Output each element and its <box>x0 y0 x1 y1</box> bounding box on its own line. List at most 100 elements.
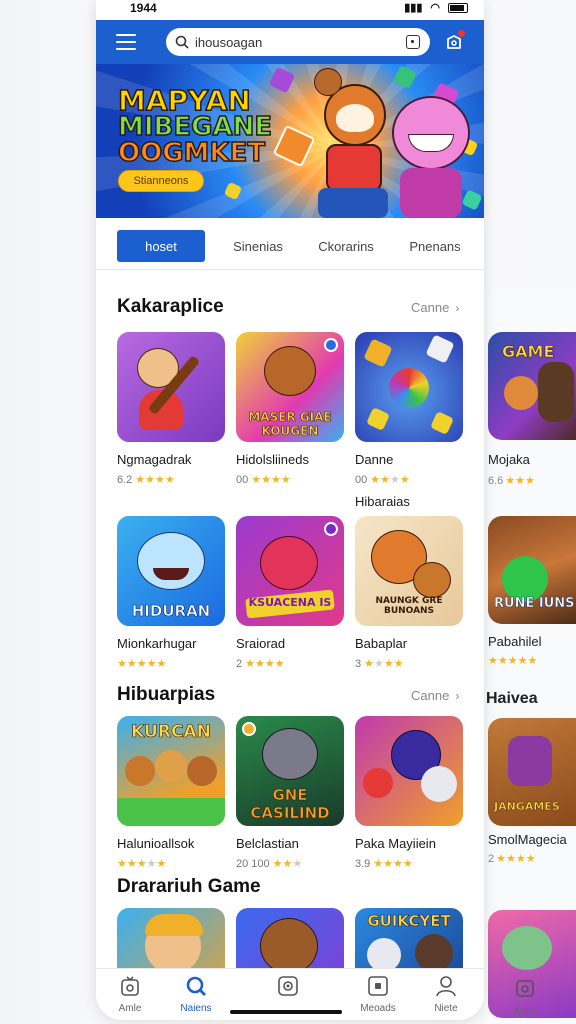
adjacent-screen-nav: Amle <box>500 976 550 1018</box>
menu-icon[interactable] <box>116 34 136 50</box>
bottom-navigation: Amle Naiens Meoads Niete <box>96 968 484 1020</box>
game-icon-label: KURCAN <box>131 722 211 743</box>
see-all-label: Canne <box>411 300 450 315</box>
game-icon <box>117 332 225 442</box>
search-icon <box>175 35 189 49</box>
nav-label: Amle <box>118 1003 142 1014</box>
nav-label: Amle <box>513 1007 537 1018</box>
promo-banner[interactable]: MAPYAN MIBEGANE OOGMKET Stianneons <box>96 64 484 218</box>
game-icon: NAUNGK GRE BUNOANS <box>355 516 463 626</box>
status-time: 1944 <box>130 1 157 15</box>
game-name: Halunioallsok <box>117 836 195 851</box>
game-rating: ★★★★★ <box>117 858 167 870</box>
see-all-label: Canne <box>411 688 450 703</box>
game-rating: ★★★★★ <box>117 658 167 670</box>
game-name: Mionkarhugar <box>117 636 197 651</box>
wifi-icon: ◠ <box>430 2 440 14</box>
nav-search[interactable]: Naiens <box>166 975 226 1014</box>
game-icon-label: KSUACENA IS <box>248 596 332 609</box>
game-rating: 00 ★★★★ <box>355 474 410 486</box>
adjacent-screen-preview: GAME Mojaka 6.6 ★★★ RUNE IUNS Pabahilel ★… <box>484 290 576 1024</box>
ghost-game-icon-1: GAME <box>488 332 576 440</box>
game-card[interactable]: KSUACENA IS Sraiorad 2 ★★★★ <box>236 516 344 670</box>
game-card[interactable]: Ngmagadrak 6.2 ★★★★ <box>117 332 225 486</box>
section-title: Kakaraplice <box>117 296 224 317</box>
game-name: Ngmagadrak <box>117 452 192 467</box>
game-icon <box>355 716 463 826</box>
game-icon: MASER GIAE KOUGEN <box>236 332 344 442</box>
ghost-game-name: Mojaka <box>488 452 530 467</box>
game-rating: 00 ★★★★ <box>236 474 291 486</box>
app-bar: ihousoagan <box>96 20 484 64</box>
game-rating: 6.2 ★★★★ <box>117 474 175 486</box>
bear-character <box>314 68 342 96</box>
nav-home[interactable]: Amle <box>100 975 160 1014</box>
game-rating: 2 ★★★★ <box>236 658 285 670</box>
home-icon <box>119 975 141 997</box>
nav-profile[interactable]: Niete <box>416 975 476 1014</box>
ghost-game-icon-3: JANGAMES <box>488 718 576 826</box>
game-name: Paka Mayiiein <box>355 836 436 851</box>
game-card[interactable]: GNE CASILIND Belclastian 20 100 ★★★ <box>236 716 344 870</box>
battery-icon <box>448 3 468 13</box>
ghost-game-rating: 2 ★★★★ <box>488 853 536 865</box>
see-all-link[interactable]: Canne › <box>411 688 459 703</box>
ghost-game-icon-2: RUNE IUNS <box>488 516 576 624</box>
game-icon: KSUACENA IS <box>236 516 344 626</box>
game-icon: GNE CASILIND <box>236 716 344 826</box>
phone-screen: 1944 ▮▮▮ ◠ ihousoagan MAPYAN MIBEGANE OO… <box>96 0 484 1020</box>
category-tabs: hoset Sinenias Ckorarins Pnenans <box>96 218 484 270</box>
chevron-right-icon: › <box>455 689 460 703</box>
signal-icon: ▮▮▮ <box>404 2 423 14</box>
game-icon-label: GNE CASILIND <box>250 786 330 823</box>
game-name: Belclastian <box>236 836 299 851</box>
see-all-link[interactable]: Canne › <box>411 300 459 315</box>
game-card[interactable]: KURCAN Halunioallsok ★★★★★ <box>117 716 225 870</box>
ghost-game-name: Pabahilel <box>488 634 542 649</box>
game-rating: 3.9 ★★★★ <box>355 858 413 870</box>
notification-icon[interactable] <box>444 29 466 52</box>
game-rating: 20 100 ★★★ <box>236 858 303 870</box>
game-name: Hidolsliineds <box>236 452 309 467</box>
banner-title-line3: OOGMKET <box>117 137 266 169</box>
pink-cat-character <box>392 96 470 170</box>
game-icon-label: GUIKCYET <box>367 912 451 931</box>
game-name: Danne <box>355 452 394 467</box>
nav-label: Naiens <box>180 1003 212 1014</box>
search-bar[interactable]: ihousoagan <box>166 28 430 56</box>
scan-icon[interactable] <box>406 35 420 49</box>
chevron-right-icon: › <box>455 301 460 315</box>
game-icon-label: MASER GIAE KOUGEN <box>248 410 332 439</box>
home-icon <box>516 980 534 997</box>
tab-pnenans[interactable]: Pnenans <box>400 230 470 262</box>
game-name: Babaplar <box>355 636 408 651</box>
nav-label: Meoads <box>360 1003 396 1014</box>
game-card[interactable]: HIDURAN Mionkarhugar ★★★★★ <box>117 516 225 670</box>
ghost-game-rating: 6.6 ★★★ <box>488 475 535 487</box>
tab-ckorarins[interactable]: Ckorarins <box>308 230 384 262</box>
ghost-section-title: Haivea <box>486 690 538 707</box>
ghost-icon-label: GAME <box>502 342 555 362</box>
game-card[interactable]: Paka Mayiiein 3.9 ★★★★ <box>355 716 463 870</box>
home-indicator[interactable] <box>230 1010 342 1014</box>
nav-label: Niete <box>434 1003 458 1014</box>
games-icon <box>277 975 299 997</box>
nav-apps[interactable]: Meoads <box>348 975 408 1014</box>
game-icon: KURCAN <box>117 716 225 826</box>
game-card[interactable]: MASER GIAE KOUGEN Hidolsliineds 00 ★★★★ <box>236 332 344 486</box>
game-icon <box>355 332 463 442</box>
ghost-icon-label: RUNE IUNS <box>494 596 575 612</box>
section-title: Hibuarpias <box>117 684 216 705</box>
nav-games[interactable] <box>258 975 318 997</box>
tab-hoset[interactable]: hoset <box>117 230 205 262</box>
banner-cta-button[interactable]: Stianneons <box>118 170 204 192</box>
game-icon-label: HIDURAN <box>131 602 211 621</box>
tab-sinenias[interactable]: Sinenias <box>222 230 294 262</box>
game-icon-label: NAUNGK GRE BUNOANS <box>375 596 443 616</box>
status-bar: 1944 ▮▮▮ ◠ <box>96 0 484 20</box>
ghost-icon-label: JANGAMES <box>494 800 560 813</box>
section-title: Drarariuh Game <box>117 876 261 897</box>
game-card[interactable]: Danne 00 ★★★★ Hibaraias <box>355 332 463 509</box>
search-input[interactable]: ihousoagan <box>195 35 406 50</box>
game-card[interactable]: NAUNGK GRE BUNOANS Babaplar 3 ★★★★ <box>355 516 463 670</box>
